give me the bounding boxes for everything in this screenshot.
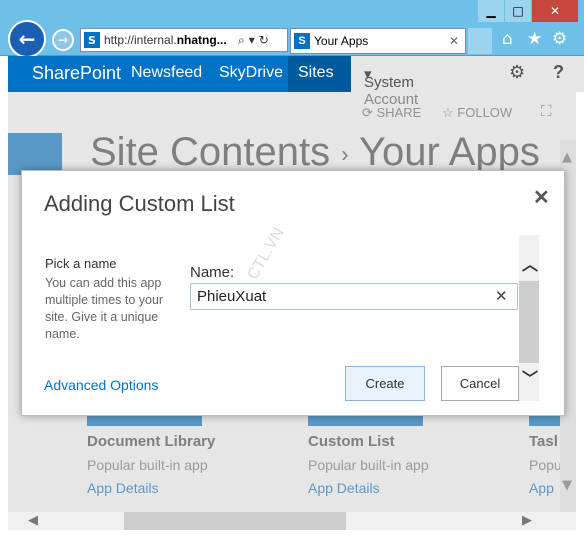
cancel-button[interactable]: Cancel [441, 366, 519, 401]
sharepoint-favicon-icon: S [84, 32, 100, 48]
chevron-down-icon[interactable]: ﹀ [522, 365, 538, 389]
search-icon[interactable]: ⌕ [238, 33, 245, 48]
forward-arrow-icon[interactable]: → [52, 29, 74, 51]
help-icon[interactable]: ? [553, 62, 564, 83]
name-input[interactable] [190, 283, 518, 310]
browser-chrome: ▁ □ ✕ ← → S http://internal.nhatng... ⌕ … [0, 0, 584, 58]
tab-favicon-icon: S [294, 33, 310, 49]
pick-name-heading: Pick a name [45, 256, 117, 271]
browser-tab[interactable]: S Your Apps ✕ [290, 28, 466, 54]
clear-input-icon[interactable]: ✕ [495, 287, 508, 305]
back-arrow-icon[interactable]: ← [8, 20, 46, 58]
settings-gear-icon[interactable]: ⚙ [509, 62, 525, 83]
horizontal-scroll-thumb[interactable] [124, 512, 346, 530]
name-label: Name: [190, 264, 235, 281]
scroll-left-arrow-icon[interactable]: ◀ [28, 513, 38, 528]
close-icon[interactable]: ✕ [533, 185, 550, 210]
nav-sites[interactable]: Sites [298, 64, 334, 82]
sharepoint-brand[interactable]: SharePoint [32, 63, 121, 84]
tab-close-icon[interactable]: ✕ [449, 34, 459, 48]
create-button[interactable]: Create [345, 366, 425, 401]
scroll-right-arrow-icon[interactable]: ▶ [522, 513, 532, 528]
gear-icon[interactable]: ⚙ [552, 29, 567, 49]
minimize-button[interactable]: ▁ [478, 0, 504, 22]
account-menu[interactable]: System Account ▾ [364, 65, 418, 108]
dialog-title: Adding Custom List [44, 191, 235, 216]
tab-title: Your Apps [314, 34, 369, 48]
home-icon[interactable]: ⌂ [502, 29, 513, 49]
star-icon[interactable]: ★ [527, 29, 542, 49]
suite-bar-right: System Account ▾ ⚙ ? [351, 56, 584, 108]
advanced-options-link[interactable]: Advanced Options [44, 377, 158, 393]
new-tab-button[interactable] [468, 28, 492, 54]
pick-name-description: You can add this app multiple times to y… [45, 276, 164, 341]
dropdown-icon[interactable]: ▾ [249, 33, 255, 47]
nav-skydrive[interactable]: SkyDrive [219, 64, 283, 82]
dialog-scroll-thumb[interactable] [519, 281, 539, 363]
refresh-icon[interactable]: ↻ [259, 33, 269, 47]
window-close-button[interactable]: ✕ [532, 0, 578, 22]
maximize-button[interactable]: □ [505, 0, 531, 22]
add-custom-list-dialog: Adding Custom List ✕ Pick a name You can… [21, 170, 565, 416]
chevron-up-icon[interactable]: ︿ [522, 251, 538, 275]
address-bar[interactable]: S http://internal.nhatng... ⌕ ▾ ↻ [80, 28, 288, 52]
address-text: http://internal.nhatng... [104, 33, 227, 47]
nav-newsfeed[interactable]: Newsfeed [131, 64, 202, 82]
